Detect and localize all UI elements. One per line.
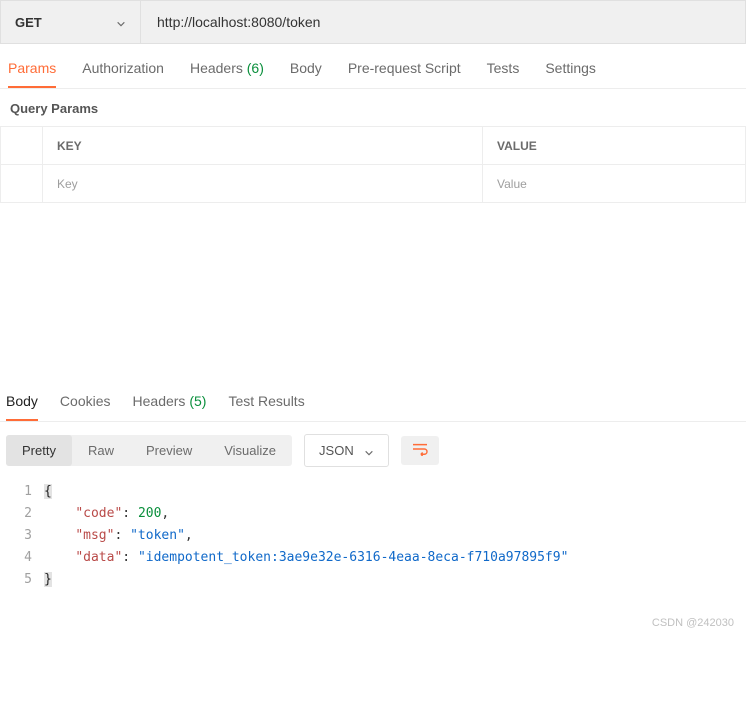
resp-tab-body[interactable]: Body [6,393,38,421]
spacer [0,203,746,393]
line-number: 4 [0,547,44,569]
tab-settings[interactable]: Settings [545,60,596,88]
resp-tab-test-results[interactable]: Test Results [228,393,304,421]
table-row[interactable]: Key Value [1,165,746,203]
col-key-header: KEY [43,127,483,165]
response-tabs: Body Cookies Headers (5) Test Results [0,393,746,422]
resp-tab-headers-count: (5) [189,393,206,409]
content-type-select[interactable]: JSON [304,434,389,467]
request-tabs: Params Authorization Headers (6) Body Pr… [0,44,746,89]
view-segmented: Pretty Raw Preview Visualize [6,435,292,466]
view-controls: Pretty Raw Preview Visualize JSON [0,422,746,477]
response-body[interactable]: 1 { 2 "code": 200, 3 "msg": "token", 4 "… [0,477,746,611]
query-params-heading: Query Params [0,89,746,126]
resp-tab-cookies[interactable]: Cookies [60,393,111,421]
wrap-lines-button[interactable] [401,436,439,465]
col-checkbox [1,127,43,165]
content-type-label: JSON [319,443,354,458]
chevron-down-icon [364,446,374,456]
tab-prerequest[interactable]: Pre-request Script [348,60,461,88]
tab-tests[interactable]: Tests [487,60,520,88]
url-input[interactable] [141,1,745,43]
view-raw-button[interactable]: Raw [72,435,130,466]
tab-params[interactable]: Params [8,60,56,88]
line-number: 1 [0,481,44,503]
query-params-table: KEY VALUE Key Value [0,126,746,203]
http-method-select[interactable]: GET [1,1,141,43]
key-cell[interactable]: Key [43,165,483,203]
watermark: CSDN @242030 [0,611,746,635]
line-number: 5 [0,569,44,591]
line-number: 2 [0,503,44,525]
line-number: 3 [0,525,44,547]
http-method-label: GET [15,15,42,30]
view-preview-button[interactable]: Preview [130,435,208,466]
tab-body[interactable]: Body [290,60,322,88]
col-value-header: VALUE [483,127,746,165]
tab-authorization[interactable]: Authorization [82,60,164,88]
view-pretty-button[interactable]: Pretty [6,435,72,466]
resp-tab-headers[interactable]: Headers (5) [133,393,207,421]
row-checkbox-cell[interactable] [1,165,43,203]
tab-headers-label: Headers [190,60,243,76]
tab-headers[interactable]: Headers (6) [190,60,264,88]
value-cell[interactable]: Value [483,165,746,203]
resp-tab-headers-label: Headers [133,393,186,409]
wrap-icon [411,442,429,459]
chevron-down-icon [116,17,126,27]
view-visualize-button[interactable]: Visualize [208,435,292,466]
tab-headers-count: (6) [247,60,264,76]
